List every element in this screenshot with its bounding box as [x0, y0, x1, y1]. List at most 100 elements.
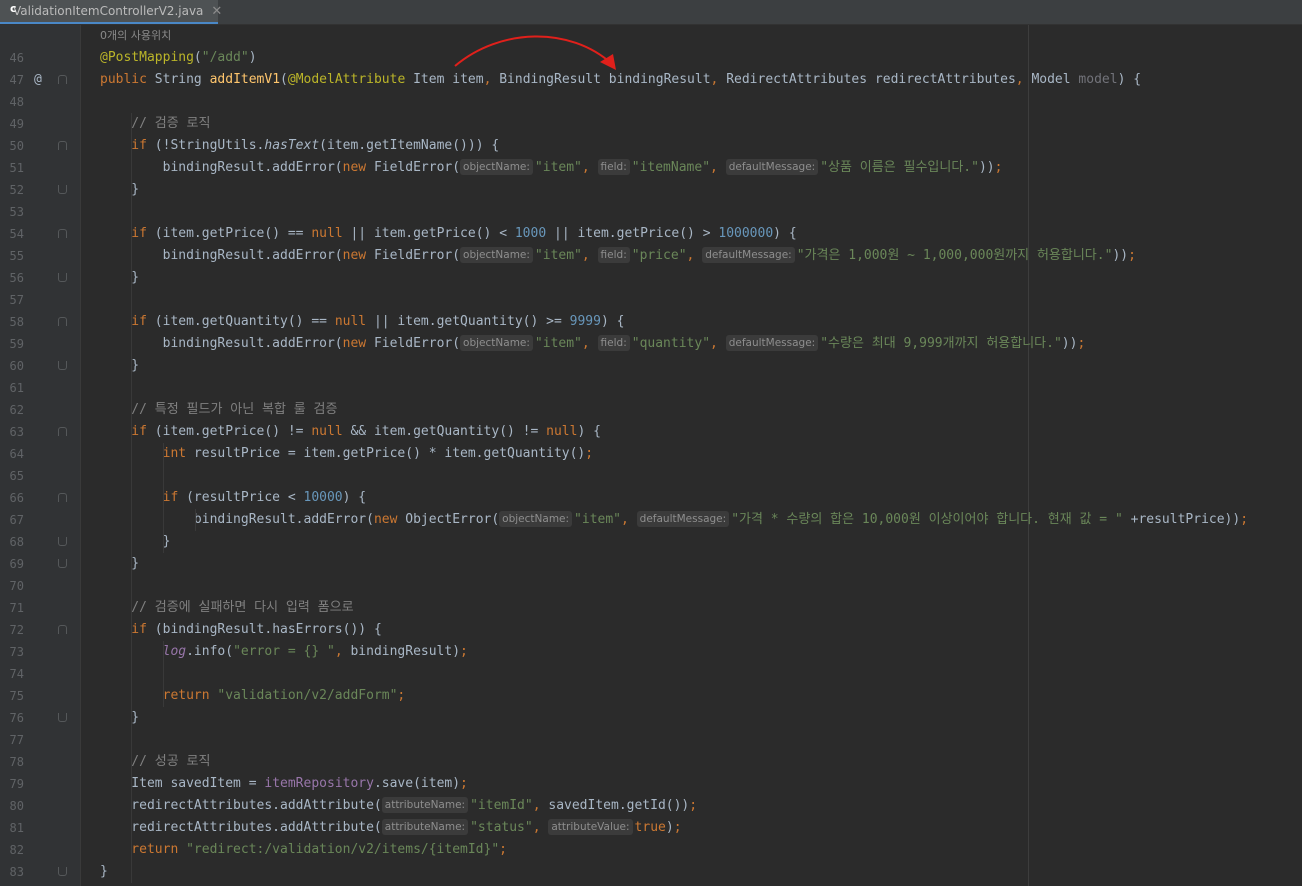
fold-marker-icon[interactable] — [58, 493, 67, 502]
code-line[interactable]: 49 // 검증 로직 — [0, 113, 1302, 135]
code-token: ; — [1128, 248, 1136, 263]
line-number[interactable]: 76 — [0, 707, 24, 729]
code-line[interactable]: 75 return "validation/v2/addForm"; — [0, 685, 1302, 707]
fold-marker-icon[interactable] — [58, 273, 67, 282]
code-token: bindingResult.addError( — [100, 512, 374, 527]
code-line[interactable]: 59 bindingResult.addError(new FieldError… — [0, 333, 1302, 355]
code-token: , — [581, 336, 598, 351]
line-number[interactable]: 47 — [0, 69, 24, 91]
fold-marker-icon[interactable] — [58, 537, 67, 546]
line-number[interactable]: 69 — [0, 553, 24, 575]
line-number[interactable]: 67 — [0, 509, 24, 531]
line-number[interactable]: 55 — [0, 245, 24, 267]
code-line[interactable]: 76 } — [0, 707, 1302, 729]
line-number[interactable]: 54 — [0, 223, 24, 245]
code-line[interactable]: 57 — [0, 289, 1302, 311]
fold-marker-icon[interactable] — [58, 559, 67, 568]
line-number[interactable]: 77 — [0, 729, 24, 751]
line-number[interactable]: 46 — [0, 47, 24, 69]
fold-marker-icon[interactable] — [58, 361, 67, 370]
code-line[interactable]: 60 } — [0, 355, 1302, 377]
code-line[interactable]: 64 int resultPrice = item.getPrice() * i… — [0, 443, 1302, 465]
code-line[interactable]: 62 // 특정 필드가 아닌 복합 룰 검증 — [0, 399, 1302, 421]
line-number[interactable]: 64 — [0, 443, 24, 465]
code-token: FieldError( — [373, 336, 461, 351]
line-number[interactable]: 62 — [0, 399, 24, 421]
line-number[interactable]: 66 — [0, 487, 24, 509]
code-line[interactable]: 56 } — [0, 267, 1302, 289]
line-number[interactable]: 75 — [0, 685, 24, 707]
code-line[interactable]: 70 — [0, 575, 1302, 597]
line-number[interactable]: 81 — [0, 817, 24, 839]
code-line[interactable]: 74 — [0, 663, 1302, 685]
line-number[interactable]: 78 — [0, 751, 24, 773]
line-number[interactable]: 50 — [0, 135, 24, 157]
fold-marker-icon[interactable] — [58, 625, 67, 634]
line-number[interactable]: 48 — [0, 91, 24, 113]
tab-validation-item-controller[interactable]: ValidationItemControllerV2.java ✕ — [0, 0, 222, 24]
code-line[interactable]: 55 bindingResult.addError(new FieldError… — [0, 245, 1302, 267]
code-line[interactable]: 71 // 검증에 실패하면 다시 입력 폼으로 — [0, 597, 1302, 619]
fold-marker-icon[interactable] — [58, 317, 67, 326]
line-number[interactable]: 72 — [0, 619, 24, 641]
code-token: "가격 * 수량의 합은 10,000원 이상이어야 합니다. 현재 값 = " — [731, 512, 1131, 527]
line-number[interactable]: 80 — [0, 795, 24, 817]
fold-marker-icon[interactable] — [58, 867, 67, 876]
code-token: "상품 이름은 필수입니다." — [820, 160, 979, 175]
code-line[interactable]: 68 } — [0, 531, 1302, 553]
fold-marker-icon[interactable] — [58, 427, 67, 436]
line-number[interactable]: 74 — [0, 663, 24, 685]
line-number[interactable]: 83 — [0, 861, 24, 883]
line-number[interactable]: 49 — [0, 113, 24, 135]
line-number[interactable]: 57 — [0, 289, 24, 311]
code-line[interactable]: 78 // 성공 로직 — [0, 751, 1302, 773]
code-line[interactable]: 81 redirectAttributes.addAttribute(attri… — [0, 817, 1302, 839]
fold-marker-icon[interactable] — [58, 141, 67, 150]
code-line[interactable]: 77 — [0, 729, 1302, 751]
line-number[interactable]: 70 — [0, 575, 24, 597]
code-line[interactable]: 47 @ public String addItemV1(@ModelAttribu… — [0, 69, 1302, 91]
code-line[interactable]: 73 log.info("error = {} ", bindingResult… — [0, 641, 1302, 663]
line-number[interactable]: 63 — [0, 421, 24, 443]
code-line[interactable]: 80 redirectAttributes.addAttribute(attri… — [0, 795, 1302, 817]
line-number[interactable]: 65 — [0, 465, 24, 487]
code-line[interactable]: 50 if (!StringUtils.hasText(item.getItem… — [0, 135, 1302, 157]
code-line[interactable]: 51 bindingResult.addError(new FieldError… — [0, 157, 1302, 179]
code-line[interactable]: 69 } — [0, 553, 1302, 575]
line-number[interactable]: 51 — [0, 157, 24, 179]
line-number[interactable]: 56 — [0, 267, 24, 289]
line-number[interactable]: 52 — [0, 179, 24, 201]
close-icon[interactable]: ✕ — [211, 4, 222, 19]
fold-marker-icon[interactable] — [58, 229, 67, 238]
line-number[interactable]: 68 — [0, 531, 24, 553]
line-number[interactable]: 79 — [0, 773, 24, 795]
code-line[interactable]: 66 if (resultPrice < 10000) { — [0, 487, 1302, 509]
usages-hint[interactable]: 0개의 사용위치 — [100, 25, 171, 47]
line-number[interactable]: 73 — [0, 641, 24, 663]
line-number[interactable]: 53 — [0, 201, 24, 223]
code-line[interactable]: 63 if (item.getPrice() != null && item.g… — [0, 421, 1302, 443]
line-number[interactable]: 82 — [0, 839, 24, 861]
override-marker-icon[interactable]: @ — [34, 69, 42, 91]
fold-marker-icon[interactable] — [58, 713, 67, 722]
line-number[interactable]: 58 — [0, 311, 24, 333]
fold-marker-icon[interactable] — [58, 185, 67, 194]
line-number[interactable]: 59 — [0, 333, 24, 355]
code-line[interactable]: 83} — [0, 861, 1302, 883]
code-line[interactable]: 58 if (item.getQuantity() == null || ite… — [0, 311, 1302, 333]
code-line[interactable]: 72 if (bindingResult.hasErrors()) { — [0, 619, 1302, 641]
code-line[interactable]: 48 — [0, 91, 1302, 113]
line-number[interactable]: 61 — [0, 377, 24, 399]
code-line[interactable]: 79 Item savedItem = itemRepository.save(… — [0, 773, 1302, 795]
code-line[interactable]: 65 — [0, 465, 1302, 487]
code-line[interactable]: 61 — [0, 377, 1302, 399]
code-line[interactable]: 46 @PostMapping("/add") — [0, 47, 1302, 69]
line-number[interactable]: 71 — [0, 597, 24, 619]
code-line[interactable]: 53 — [0, 201, 1302, 223]
fold-marker-icon[interactable] — [58, 75, 67, 84]
code-line[interactable]: 52 } — [0, 179, 1302, 201]
code-text: public String addItemV1(@ModelAttribute … — [100, 69, 1141, 91]
code-line[interactable]: 54 if (item.getPrice() == null || item.g… — [0, 223, 1302, 245]
line-number[interactable]: 60 — [0, 355, 24, 377]
code-line[interactable]: 82 return "redirect:/validation/v2/items… — [0, 839, 1302, 861]
